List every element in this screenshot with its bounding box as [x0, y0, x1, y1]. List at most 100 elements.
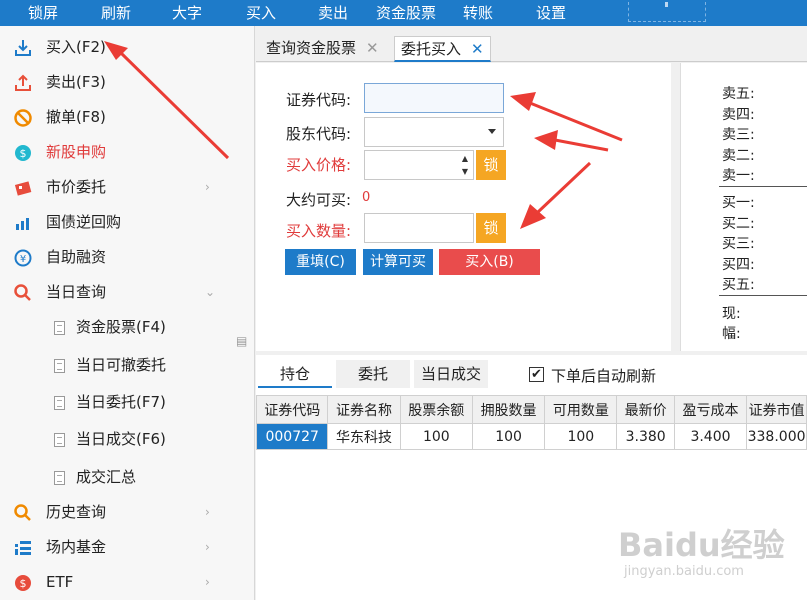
cost-cell[interactable]: 3.400 — [673, 423, 748, 450]
quantity-label: 买入数量: — [286, 222, 352, 240]
column-header[interactable]: 股票余额 — [399, 395, 473, 424]
sidebar-item-cancelable-orders[interactable]: 当日可撤委托 — [0, 348, 255, 383]
price-lock-button[interactable]: 锁 — [476, 150, 506, 180]
tab-query-funds-stocks[interactable]: 查询资金股票 ✕ — [260, 36, 385, 62]
menu-funds-stocks[interactable]: 资金股票 — [376, 0, 436, 26]
positions-panel: 持仓 委托 当日成交 ✔ 下单后自动刷新 证券代码 证券名称 股票余额 拥股数量… — [255, 355, 807, 600]
column-header[interactable]: 最新价 — [616, 395, 675, 424]
reset-button[interactable]: 重填(C) — [285, 249, 356, 275]
market-order-icon — [12, 178, 34, 198]
chevron-right-icon: › — [205, 540, 210, 554]
buy-order-form: 证券代码: 股东代码: 买入价格: ▲ ▼ 锁 大约可买: 0 买入数量: 锁 重… — [256, 63, 671, 351]
menu-sell[interactable]: 卖出 — [318, 0, 348, 26]
security-name-cell[interactable]: 华东科技 — [327, 423, 401, 450]
tab-bar: 查询资金股票 ✕ 委托买入 ✕ — [256, 30, 807, 62]
sidebar-item-today-trades[interactable]: 当日成交(F6) — [0, 422, 255, 457]
column-header[interactable]: 证券名称 — [327, 395, 401, 424]
column-header[interactable]: 盈亏成本 — [673, 395, 748, 424]
sidebar-item-trade-summary[interactable]: 成交汇总 — [0, 460, 255, 495]
available-qty-cell[interactable]: 100 — [544, 423, 618, 450]
bid-5-label: 买五: — [722, 277, 755, 293]
sidebar-item-financing[interactable]: ¥ 自助融资 — [0, 240, 255, 275]
tab-today-trades[interactable]: 当日成交 — [414, 360, 488, 388]
menu-transfer[interactable]: 转账 — [463, 0, 493, 26]
document-icon — [48, 468, 70, 488]
menu-lock-screen[interactable]: 锁屏 — [28, 0, 58, 26]
tab-buy-order[interactable]: 委托买入 ✕ — [394, 36, 491, 62]
sidebar-item-label: ETF — [46, 573, 74, 591]
auto-refresh-checkbox[interactable]: ✔ — [529, 367, 544, 382]
collapse-sidebar-icon[interactable]: ▤ — [236, 334, 247, 348]
chevron-right-icon: › — [205, 575, 210, 589]
chevron-right-icon: › — [205, 180, 210, 194]
sidebar-item-reverse-repo[interactable]: 国债逆回购 — [0, 205, 255, 240]
sidebar-item-etf[interactable]: $ ETF › — [0, 565, 255, 600]
top-menu-bar: 锁屏 刷新 大字 买入 卖出 资金股票 转账 设置 — [0, 0, 807, 26]
sidebar-item-ipo[interactable]: $ 新股申购 — [0, 135, 255, 170]
menu-settings[interactable]: 设置 — [536, 0, 566, 26]
market-value-cell[interactable]: 338.000 — [746, 423, 807, 450]
sidebar-item-label: 当日可撤委托 — [76, 356, 167, 374]
close-icon[interactable]: ✕ — [471, 40, 484, 58]
bid-4-label: 买四: — [722, 257, 755, 273]
sidebar-item-exchange-fund[interactable]: 场内基金 › — [0, 530, 255, 565]
sidebar-item-market-order[interactable]: 市价委托 › — [0, 170, 255, 205]
order-book: 卖五: 卖四: 卖三: 卖二: 卖一: 买一: 买二: 买三: 买四: 买五: … — [680, 63, 807, 351]
sidebar-item-label: 撤单(F8) — [46, 108, 106, 126]
holder-label: 股东代码: — [286, 125, 352, 143]
balance-cell[interactable]: 100 — [399, 423, 473, 450]
sidebar-item-label: 市价委托 — [46, 178, 107, 196]
watermark-text: Baidu经验 — [618, 526, 785, 564]
sidebar-item-label: 当日查询 — [46, 283, 107, 301]
available-label: 大约可买: — [286, 191, 352, 209]
tab-holdings[interactable]: 持仓 — [258, 360, 332, 388]
etf-icon: $ — [12, 573, 34, 593]
sidebar-item-label: 资金股票(F4) — [76, 318, 166, 336]
column-header[interactable]: 可用数量 — [544, 395, 618, 424]
sidebar-item-cancel[interactable]: 撤单(F8) — [0, 100, 255, 135]
calculate-button[interactable]: 计算可买 — [363, 249, 433, 275]
menu-large-font[interactable]: 大字 — [172, 0, 202, 26]
last-price-cell[interactable]: 3.380 — [616, 423, 675, 450]
ask-1-label: 卖一: — [722, 168, 755, 184]
holding-qty-cell[interactable]: 100 — [471, 423, 546, 450]
current-price-label: 现: — [722, 306, 741, 322]
security-code-cell[interactable]: 000727 — [255, 423, 329, 450]
price-stepper[interactable]: ▲ ▼ — [458, 152, 472, 178]
column-header[interactable]: 证券市值 — [746, 395, 807, 424]
column-header[interactable]: 证券代码 — [255, 395, 329, 424]
svg-text:$: $ — [20, 577, 27, 590]
menu-buy[interactable]: 买入 — [246, 0, 276, 26]
menu-refresh[interactable]: 刷新 — [101, 0, 131, 26]
ask-5-label: 卖五: — [722, 86, 755, 102]
sidebar-item-label: 成交汇总 — [76, 468, 137, 486]
chevron-down-icon: ⌄ — [205, 285, 216, 299]
bid-3-label: 买三: — [722, 236, 755, 252]
divider — [719, 295, 807, 296]
code-label: 证券代码: — [286, 91, 352, 109]
buy-button[interactable]: 买入(B) — [439, 249, 540, 275]
column-header[interactable]: 拥股数量 — [471, 395, 546, 424]
sidebar-item-today-orders[interactable]: 当日委托(F7) — [0, 385, 255, 420]
shareholder-code-select[interactable] — [364, 117, 504, 147]
tab-orders[interactable]: 委托 — [336, 360, 410, 388]
sidebar-item-history-query[interactable]: 历史查询 › — [0, 495, 255, 530]
buy-quantity-input[interactable] — [364, 213, 474, 243]
available-value: 0 — [362, 190, 371, 205]
table-row[interactable]: 000727 华东科技 100 100 100 3.380 3.400 338.… — [255, 423, 807, 450]
svg-text:¥: ¥ — [20, 254, 26, 265]
sidebar-item-sell[interactable]: 卖出(F3) — [0, 65, 255, 100]
drag-handle[interactable] — [628, 2, 706, 22]
sidebar-item-today-query[interactable]: 当日查询 ⌄ — [0, 275, 255, 310]
cancel-icon — [12, 108, 34, 128]
chevron-right-icon: › — [205, 505, 210, 519]
tab-label: 委托买入 — [401, 40, 462, 58]
security-code-input[interactable] — [364, 83, 504, 113]
tab-label: 查询资金股票 — [266, 39, 357, 57]
close-icon[interactable]: ✕ — [366, 39, 379, 57]
upload-icon — [12, 73, 34, 93]
sidebar-item-funds-stocks[interactable]: 资金股票(F4) — [0, 310, 255, 345]
sidebar-item-buy[interactable]: 买入(F2) — [0, 30, 255, 65]
sidebar-item-label: 场内基金 — [46, 538, 107, 556]
quantity-lock-button[interactable]: 锁 — [476, 213, 506, 243]
